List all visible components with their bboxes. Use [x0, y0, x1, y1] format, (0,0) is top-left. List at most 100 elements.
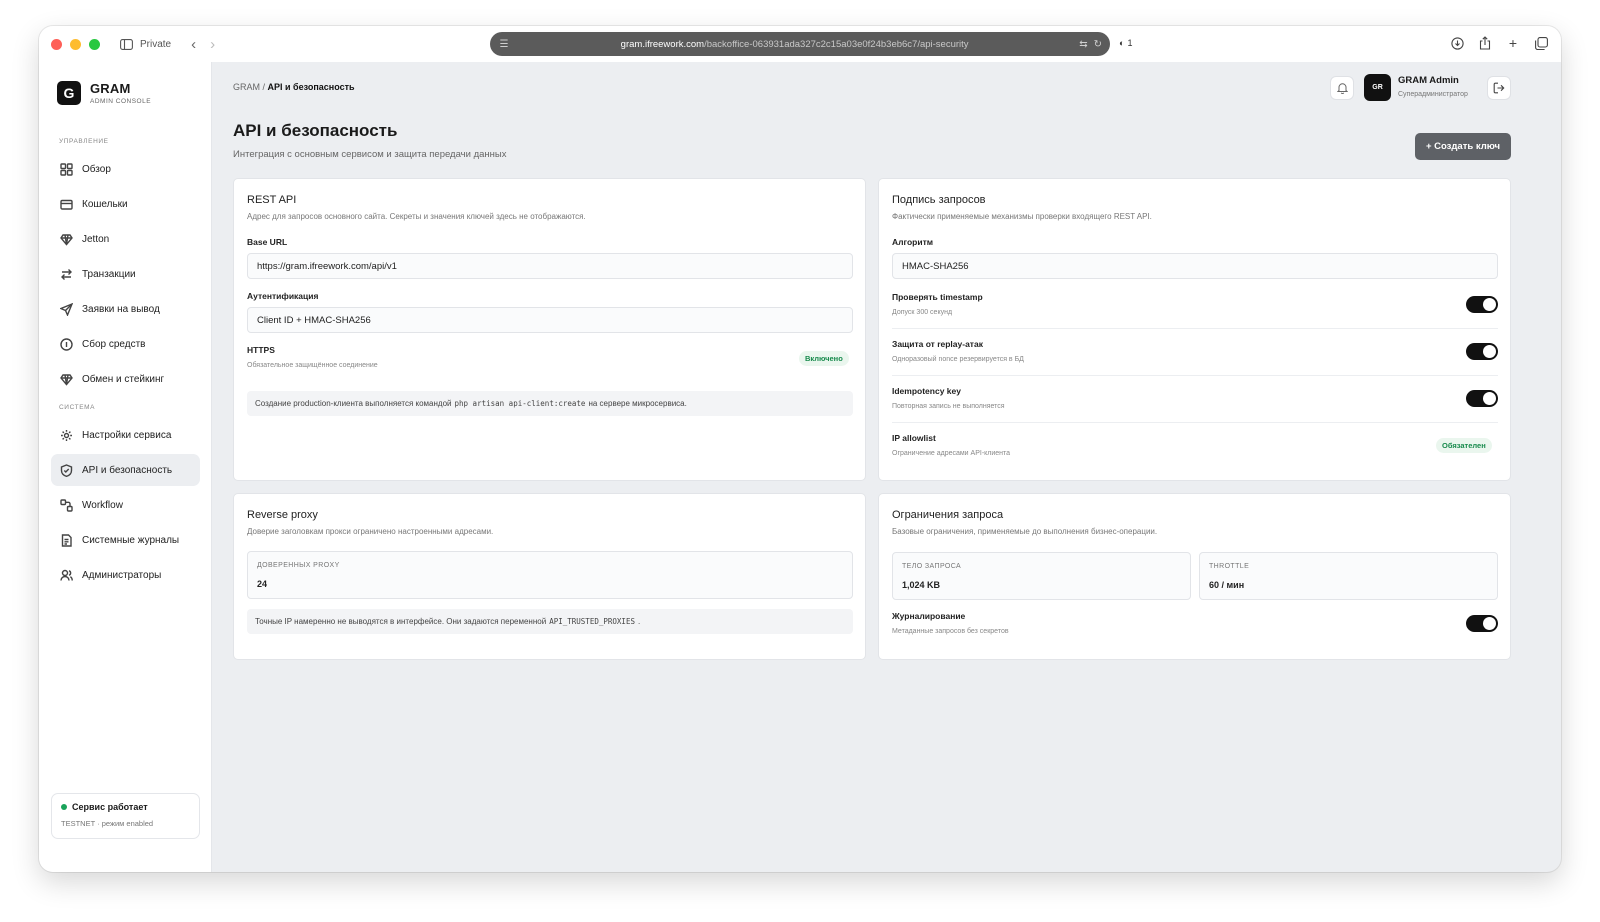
sidebar-item-transactions[interactable]: Транзакции — [51, 258, 200, 290]
https-title: HTTPS — [247, 345, 275, 355]
service-status-text: Сервис работает — [72, 802, 148, 812]
sidebar-item-label: API и безопасность — [82, 464, 173, 476]
service-environment: TESTNET · режим enabled — [61, 819, 154, 828]
stat-value: 60 / мин — [1209, 580, 1245, 590]
sidebar-item-label: Системные журналы — [82, 534, 180, 546]
logout-button[interactable] — [1487, 76, 1511, 100]
diamond-icon — [60, 233, 73, 246]
algorithm-field[interactable]: HMAC-SHA256 — [892, 253, 1498, 279]
sidebar-item-swap-staking[interactable]: Обмен и стейкинг — [51, 363, 200, 395]
algorithm-label: Алгоритм — [892, 237, 934, 247]
translate-icon[interactable]: ⇆ — [1079, 39, 1087, 50]
wallet-icon — [60, 198, 73, 211]
tabs-overview-icon[interactable] — [1533, 34, 1549, 52]
send-icon — [60, 302, 73, 316]
brand-name: GRAM — [90, 81, 131, 96]
browser-toolbar: Private ‹ › ☰ gram.ifreework.com/backoff… — [39, 26, 1561, 62]
create-key-button[interactable]: + Создать ключ — [1415, 133, 1511, 160]
breadcrumb-root[interactable]: GRAM — [233, 82, 260, 92]
sidebar-item-label: Jetton — [82, 233, 110, 245]
section-label-manage: УПРАВЛЕНИЕ — [59, 138, 109, 145]
trusted-proxy-stat: ДОВЕРЕННЫХ PROXY 24 — [247, 551, 853, 599]
sidebar-item-label: Обзор — [82, 163, 111, 175]
sidebar-item-label: Настройки сервиса — [82, 429, 172, 441]
stat-label: THROTTLE — [1209, 563, 1250, 570]
logging-subtitle: Метаданные запросов без секретов — [892, 628, 1009, 635]
auth-label: Аутентификация — [247, 291, 319, 301]
ip-allowlist-subtitle: Ограничение адресами API-клиента — [892, 450, 1011, 457]
ip-allowlist-badge: Обязателен — [1436, 438, 1492, 453]
reverse-proxy-card: Reverse proxy Доверие заголовкам прокси … — [233, 493, 866, 660]
divider — [892, 375, 1498, 376]
sidebar-item-jetton[interactable]: Jetton — [51, 223, 200, 255]
sidebar-icon — [120, 38, 133, 50]
url-text: gram.ifreework.com/backoffice-063931ada3… — [620, 38, 969, 50]
rest-api-card: REST API Адрес для запросов основного са… — [233, 178, 866, 481]
back-icon[interactable]: ‹ — [191, 36, 196, 53]
timestamp-check-title: Проверять timestamp — [892, 292, 983, 302]
sidebar-item-label: Сбор средств — [82, 338, 146, 350]
brand-logo[interactable]: G GRAM ADMIN CONSOLE — [57, 81, 151, 105]
sidebar-item-overview[interactable]: Обзор — [51, 153, 200, 185]
request-body-stat: ТЕЛО ЗАПРОСА 1,024 KB — [892, 552, 1191, 600]
sidebar-toggle-button[interactable]: Private — [120, 39, 171, 50]
base-url-field[interactable]: https://gram.ifreework.com/api/v1 — [247, 253, 853, 279]
avatar[interactable]: GR — [1364, 74, 1391, 101]
replay-protection-toggle[interactable] — [1466, 343, 1498, 360]
notifications-button[interactable] — [1330, 76, 1354, 100]
address-bar[interactable]: ☰ gram.ifreework.com/backoffice-063931ad… — [490, 32, 1110, 56]
base-url-label: Base URL — [247, 237, 288, 247]
auth-field[interactable]: Client ID + HMAC-SHA256 — [247, 307, 853, 333]
production-client-note: Создание production-клиента выполняется … — [247, 391, 853, 416]
card-title: Ограничения запроса — [892, 509, 1004, 521]
request-limits-card: Ограничения запроса Базовые ограничения,… — [878, 493, 1511, 660]
idempotency-key-toggle[interactable] — [1466, 390, 1498, 407]
card-title: REST API — [247, 194, 297, 206]
private-label: Private — [140, 38, 172, 50]
status-dot-icon — [61, 804, 67, 810]
breadcrumb: GRAM / API и безопасность — [233, 82, 355, 92]
divider — [892, 422, 1498, 423]
sidebar-item-service-settings[interactable]: Настройки сервиса — [51, 419, 200, 451]
sidebar-item-administrators[interactable]: Администраторы — [51, 559, 200, 591]
ip-allowlist-title: IP allowlist — [892, 433, 936, 443]
forward-icon[interactable]: › — [210, 36, 215, 53]
sidebar-item-fund-collection[interactable]: Сбор средств — [51, 328, 200, 360]
maximize-window-button[interactable] — [89, 38, 100, 50]
sidebar-item-label: Обмен и стейкинг — [82, 373, 165, 385]
logo-mark: G — [57, 81, 81, 105]
close-window-button[interactable] — [51, 38, 62, 50]
logging-title: Журналирование — [892, 611, 966, 621]
sidebar-item-withdrawals[interactable]: Заявки на вывод — [51, 293, 200, 325]
main-content: GRAM / API и безопасность GR GRAM Admin … — [212, 62, 1561, 872]
https-status-badge: Включено — [799, 351, 849, 366]
idempotency-key-subtitle: Повторная запись не выполняется — [892, 403, 1005, 410]
shield-half-icon: ◐ — [1119, 38, 1125, 48]
timestamp-check-toggle[interactable] — [1466, 296, 1498, 313]
minimize-window-button[interactable] — [70, 38, 81, 50]
share-icon[interactable] — [1477, 34, 1493, 52]
coin-icon — [60, 337, 73, 351]
user-role: Суперадминистратор — [1398, 91, 1468, 98]
workflow-icon — [60, 498, 73, 512]
replay-protection-subtitle: Одноразовый nonce резервируется в БД — [892, 356, 1024, 363]
sidebar-item-wallets[interactable]: Кошельки — [51, 188, 200, 220]
new-tab-icon[interactable]: + — [1505, 34, 1521, 52]
brand-subtitle: ADMIN CONSOLE — [90, 98, 152, 105]
diamond-icon — [60, 373, 73, 386]
sidebar-item-api-security[interactable]: API и безопасность — [51, 454, 200, 486]
card-title: Reverse proxy — [247, 509, 318, 521]
reload-icon[interactable]: ↻ — [1094, 39, 1102, 50]
trusted-proxies-note: Точные IP намеренно не выводятся в интер… — [247, 609, 853, 634]
replay-protection-title: Защита от replay-атак — [892, 339, 983, 349]
sidebar-item-workflow[interactable]: Workflow — [51, 489, 200, 521]
user-name: GRAM Admin — [1398, 75, 1459, 86]
stat-label: ТЕЛО ЗАПРОСА — [902, 563, 962, 570]
users-icon — [60, 569, 73, 582]
logging-toggle[interactable] — [1466, 615, 1498, 632]
page-settings-icon[interactable]: ☰ — [498, 38, 510, 50]
download-icon[interactable] — [1449, 34, 1465, 52]
privacy-shield-button[interactable]: ◐ 1 — [1119, 38, 1132, 48]
card-subtitle: Адрес для запросов основного сайта. Секр… — [247, 212, 586, 221]
sidebar-item-system-logs[interactable]: Системные журналы — [51, 524, 200, 556]
